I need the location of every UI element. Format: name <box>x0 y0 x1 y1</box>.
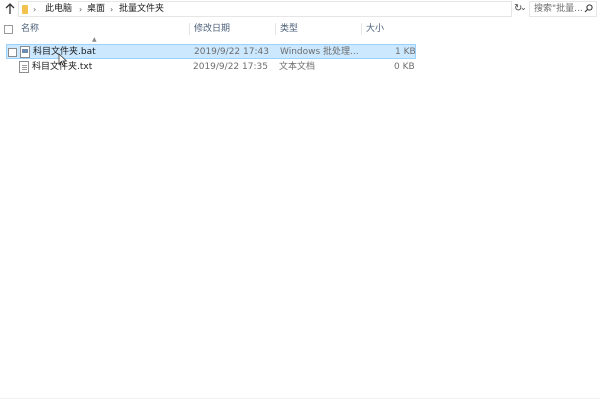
address-bar[interactable]: › 此电脑 › 桌面 › 批量文件夹 ⌄ <box>18 1 527 17</box>
sort-caret-icon: ▲ <box>92 36 97 43</box>
breadcrumb-desktop[interactable]: 桌面 <box>87 4 105 15</box>
folder-icon <box>22 5 28 14</box>
refresh-icon[interactable]: ↻ <box>514 3 522 14</box>
navigation-bar: › 此电脑 › 桌面 › 批量文件夹 ⌄ ↻ 搜索"批量... <box>0 0 600 18</box>
column-header-modified[interactable]: 修改日期 <box>194 24 230 35</box>
select-all-checkbox[interactable] <box>4 25 13 34</box>
file-type: Windows 批处理... <box>280 47 359 57</box>
file-modified: 2019/9/22 17:43 <box>194 47 269 57</box>
breadcrumb-separator[interactable]: › <box>79 4 82 15</box>
breadcrumb-this-pc[interactable]: 此电脑 <box>45 4 72 15</box>
file-modified: 2019/9/22 17:35 <box>193 62 268 72</box>
up-arrow-icon[interactable] <box>4 2 16 16</box>
breadcrumb-separator[interactable]: › <box>33 4 36 15</box>
column-divider[interactable] <box>361 23 362 35</box>
file-size: 0 KB <box>394 62 415 72</box>
column-divider[interactable] <box>275 23 276 35</box>
column-header-size[interactable]: 大小 <box>366 24 384 35</box>
column-header-name[interactable]: 名称 <box>21 24 39 35</box>
column-header-type[interactable]: 类型 <box>280 24 298 35</box>
breadcrumb-separator[interactable]: › <box>110 4 113 15</box>
text-file-icon <box>19 61 29 73</box>
row-checkbox[interactable] <box>8 48 17 57</box>
search-input[interactable]: 搜索"批量... <box>529 1 597 17</box>
search-placeholder: 搜索"批量... <box>534 4 583 14</box>
search-icon[interactable] <box>584 4 593 16</box>
breadcrumb-batch-folder[interactable]: 批量文件夹 <box>119 4 164 15</box>
column-header-row: 名称 修改日期 类型 大小 <box>0 20 600 38</box>
batch-file-icon <box>20 46 30 58</box>
file-size: 1 KB <box>395 47 416 57</box>
column-divider[interactable] <box>189 23 190 35</box>
mouse-cursor-icon <box>58 53 70 67</box>
divider <box>0 398 600 399</box>
file-type: 文本文档 <box>279 62 316 72</box>
